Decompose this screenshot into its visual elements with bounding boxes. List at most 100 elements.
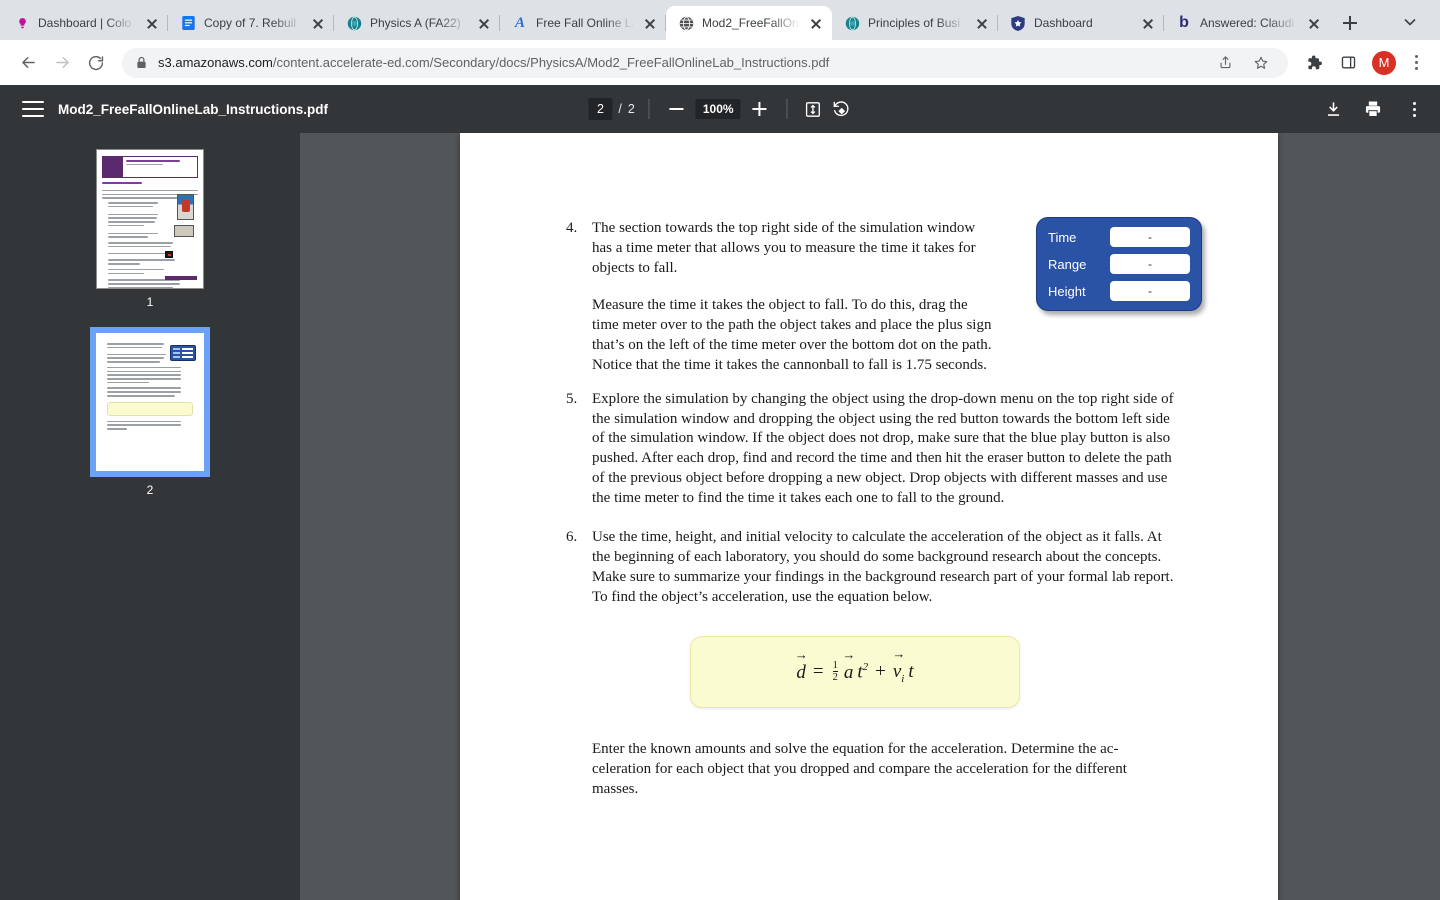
list-body: Explore the simulation by changing the o… [592, 390, 1180, 510]
close-icon[interactable] [1140, 15, 1156, 31]
pdf-page-controls: / 2 100% [588, 96, 851, 122]
close-icon[interactable] [144, 15, 160, 31]
forward-button[interactable] [46, 47, 78, 79]
meter-row: Range - [1048, 254, 1190, 274]
total-page-count: 2 [627, 102, 635, 116]
meter-value: - [1110, 227, 1190, 247]
letter-a-icon: A [514, 14, 525, 31]
share-icon[interactable] [1212, 50, 1238, 76]
list-body: Use the time, height, and initial veloci… [592, 528, 1180, 608]
thumbnail-label: 1 [146, 295, 154, 309]
list-item: 5. Explore the simulation by changing th… [566, 390, 1180, 510]
browser-tab[interactable]: Copy of 7. Rebuil [168, 6, 334, 40]
thumbnail-item[interactable]: 2 [90, 327, 210, 515]
side-panel-icon[interactable] [1332, 47, 1364, 79]
hamburger-menu-icon[interactable] [22, 101, 44, 117]
mini-button-image [165, 251, 173, 258]
browser-tab[interactable]: b Answered: Claudi [1164, 6, 1330, 40]
browser-tab[interactable]: Dashboard [998, 6, 1164, 40]
page-thumbnail-1[interactable] [96, 149, 204, 289]
pdf-body: 1 2 Time - Range - Height - 4. The secti… [0, 133, 1440, 900]
extensions-icon[interactable] [1298, 47, 1330, 79]
reload-button[interactable] [80, 47, 112, 79]
print-icon[interactable] [1362, 98, 1384, 120]
pdf-page: Time - Range - Height - 4. The section t… [460, 133, 1278, 900]
meter-label: Time [1048, 229, 1077, 245]
equation-equals: = [812, 660, 824, 682]
meter-row: Height - [1048, 281, 1190, 301]
globe-icon [678, 15, 694, 31]
time-meter-figure: Time - Range - Height - [1036, 217, 1202, 311]
mini-footer-bar [165, 276, 197, 280]
tab-title: Principles of Busi [868, 16, 961, 30]
equation-time-squared: t2 [857, 660, 869, 683]
browser-tab[interactable]: Dashboard | Colo [2, 6, 168, 40]
meter-label: Range [1048, 256, 1087, 272]
tab-title: Dashboard [1034, 16, 1093, 30]
meter-row: Time - [1048, 227, 1190, 247]
chevron-down-icon[interactable] [1396, 8, 1424, 36]
fraction-numerator: 1 [832, 660, 838, 672]
thumbnail-item[interactable]: 1 [96, 149, 204, 327]
paragraph: Explore the simulation by changing the o… [592, 390, 1174, 507]
equation-time: t [908, 660, 914, 682]
close-icon[interactable] [974, 15, 990, 31]
thumbnail-sidebar[interactable]: 1 2 [0, 133, 300, 900]
thumbnail-page-1-preview [97, 150, 203, 288]
close-icon[interactable] [476, 15, 492, 31]
mini-time-meter-image [170, 345, 196, 361]
list-number: 5. [566, 390, 578, 407]
toolbar-divider [648, 99, 650, 119]
download-icon[interactable] [1322, 98, 1344, 120]
thumbnail-page-2-preview [96, 333, 204, 471]
browser-menu-icon[interactable] [1404, 51, 1428, 75]
browser-toolbar: s3.amazonaws.com/content.accelerate-ed.c… [0, 40, 1440, 85]
thumbnail-label: 2 [146, 483, 154, 497]
pdf-more-actions-icon[interactable] [1402, 97, 1426, 121]
close-icon[interactable] [310, 15, 326, 31]
page-separator: / [618, 102, 622, 116]
avatar[interactable]: M [1372, 50, 1396, 75]
canvas-shield-icon [1010, 15, 1026, 31]
bookmark-star-icon[interactable] [1248, 50, 1274, 76]
page-thumbnail-2[interactable] [90, 327, 210, 477]
tab-title: Free Fall Online La [536, 16, 634, 30]
browser-tab-active[interactable]: Mod2_FreeFallOnl [666, 6, 832, 40]
paragraph: Use the time, height, and initial veloci… [592, 529, 1174, 605]
list-item: 6. Use the time, height, and initial vel… [566, 528, 1180, 608]
tab-title: Physics A (FA22) [370, 16, 461, 30]
mini-meter-image [174, 225, 194, 237]
rotate-counterclockwise-icon[interactable] [830, 98, 852, 120]
pdf-toolbar-actions [1322, 97, 1426, 121]
close-icon[interactable] [808, 15, 824, 31]
equation-displacement: d [796, 660, 806, 684]
globe-teal-icon [346, 15, 362, 31]
close-icon[interactable] [642, 15, 658, 31]
tab-title: Dashboard | Colo [38, 16, 132, 30]
address-bar[interactable]: s3.amazonaws.com/content.accelerate-ed.c… [122, 47, 1288, 78]
browser-tab[interactable]: A Free Fall Online La [500, 6, 666, 40]
browser-tab[interactable]: Physics A (FA22) [334, 6, 500, 40]
lightbulb-icon [14, 15, 30, 31]
zoom-out-button[interactable] [664, 96, 690, 122]
browser-chrome: Dashboard | Colo Copy of 7. Rebuil Physi… [0, 0, 1440, 85]
close-icon[interactable] [1306, 15, 1322, 31]
browser-tab[interactable]: Principles of Busi [832, 6, 998, 40]
zoom-level-display[interactable]: 100% [695, 99, 741, 119]
equation-initial-velocity: vi [893, 659, 905, 685]
paragraph: The section towards the top right side o… [592, 220, 976, 276]
closing-paragraph: Enter the known amounts and solve the eq… [592, 740, 1127, 797]
globe-teal-icon [844, 15, 860, 31]
equation-acceleration: a [844, 660, 854, 684]
fit-page-icon[interactable] [802, 98, 824, 120]
pdf-toolbar: Mod2_FreeFallOnlineLab_Instructions.pdf … [0, 85, 1440, 133]
meter-label: Height [1048, 283, 1086, 299]
new-tab-button[interactable] [1336, 9, 1364, 37]
mini-equation-box [107, 401, 193, 416]
mini-simulation-image [177, 194, 194, 220]
tab-title: Answered: Claudi [1200, 16, 1295, 30]
page-scroll-area[interactable]: Time - Range - Height - 4. The section t… [300, 133, 1440, 900]
page-number-input[interactable] [588, 98, 613, 120]
zoom-in-button[interactable] [747, 96, 773, 122]
back-button[interactable] [12, 47, 44, 79]
